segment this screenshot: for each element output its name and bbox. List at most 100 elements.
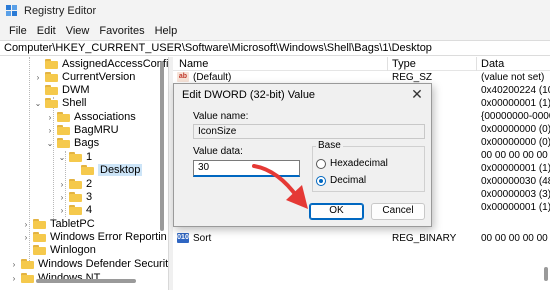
chevron-right-icon[interactable]: › [22,219,30,229]
chevron-down-icon[interactable]: ⌄ [58,152,66,162]
scroll-thumb[interactable] [36,279,136,283]
menu-bar: File Edit View Favorites Help [0,22,550,40]
value-type: REG_SZ [392,72,433,83]
tree-item-label: 4 [86,204,93,216]
binary-value-icon: 010 [177,233,189,243]
folder-icon [69,179,82,189]
column-divider[interactable] [387,57,388,71]
tree-item-shell[interactable]: ⌄ Shell [34,96,87,110]
tree-item-bagmru[interactable]: › BagMRU [46,123,119,137]
tree-item-2[interactable]: › 2 [58,177,92,191]
folder-icon [45,72,58,82]
tree-expander[interactable] [22,245,30,255]
tree-vertical-scrollbar[interactable] [158,57,166,263]
value-data: 0x00000000 (0) [481,124,550,135]
menu-view[interactable]: View [61,25,95,37]
tree-item-desktop[interactable]: Desktop [70,163,143,177]
scroll-thumb[interactable] [544,267,548,281]
folder-icon [45,98,58,108]
value-row[interactable]: 010 Sort REG_BINARY 00 00 00 00 00 00 [173,233,550,246]
tree-item-tabletpc[interactable]: › TabletPC [22,217,95,231]
tree-item-label: 1 [86,151,93,163]
folder-icon [45,85,58,95]
address-bar[interactable]: Computer\HKEY_CURRENT_USER\Software\Micr… [0,40,550,56]
folder-icon [57,138,70,148]
tree-horizontal-scrollbar[interactable] [0,276,168,286]
chevron-right-icon[interactable]: › [46,112,54,122]
tree-item-label: Shell [62,97,87,109]
tree-item-winlogon[interactable]: Winlogon [22,243,96,257]
value-data: {00000000-0000-0 [481,111,550,122]
tree-item-bags[interactable]: ⌄ Bags [46,136,99,150]
decimal-label: Decimal [330,175,367,186]
value-name-label: Value name: [193,111,249,122]
folder-icon [45,59,58,69]
folder-icon [33,232,46,242]
value-data: 00 00 00 00 00 00 [481,233,550,244]
values-vertical-scrollbar[interactable] [541,57,550,290]
tree-item-label: TabletPC [50,218,95,230]
chevron-right-icon[interactable]: › [58,179,66,189]
chevron-right-icon[interactable]: › [34,72,42,82]
cancel-button[interactable]: Cancel [371,203,425,220]
folder-icon [33,219,46,229]
title-bar: Registry Editor [0,0,550,22]
folder-icon [69,205,82,215]
tree-item-label: 3 [86,191,93,203]
dialog-title: Edit DWORD (32-bit) Value [182,89,316,101]
tree-item-currentversion[interactable]: › CurrentVersion [34,70,136,84]
tree-item-windows-defender[interactable]: › Windows Defender Securit [10,257,168,271]
column-type[interactable]: Type [392,58,416,70]
folder-icon [21,259,34,269]
menu-help[interactable]: Help [150,25,183,37]
tree-item-4[interactable]: › 4 [58,203,92,217]
folder-icon [69,192,82,202]
tree-item-label: CurrentVersion [62,71,136,83]
value-name-field[interactable]: IconSize [193,124,425,139]
chevron-right-icon[interactable]: › [22,232,30,242]
hexadecimal-option[interactable]: Hexadecimal [316,158,388,169]
tree-item-label: Associations [74,111,136,123]
tree-item-label: Bags [74,137,100,149]
column-divider[interactable] [476,57,477,71]
chevron-right-icon[interactable]: › [46,125,54,135]
chevron-down-icon[interactable]: ⌄ [46,138,54,148]
value-data: 0x40200224 (1075 [481,85,550,96]
value-name: Sort [193,233,212,244]
tree-item-windows-error-reporting[interactable]: › Windows Error Reportin [22,230,167,244]
chevron-right-icon[interactable]: › [58,205,66,215]
tree-item-associations[interactable]: › Associations [46,110,136,124]
tree-expander[interactable] [34,59,42,69]
base-group-label: Base [316,140,343,151]
folder-icon [33,245,46,255]
tree-item-label: Windows Defender Securit [38,258,168,270]
value-data: 0x00000000 (0) [481,137,550,148]
string-value-icon: ab [177,72,189,82]
scroll-thumb[interactable] [160,61,164,231]
menu-file[interactable]: File [4,25,32,37]
tree-expander [70,165,78,175]
column-data[interactable]: Data [481,58,504,70]
tree-item-label: 2 [86,178,93,190]
menu-favorites[interactable]: Favorites [94,25,149,37]
tree-item-3[interactable]: › 3 [58,190,92,204]
value-data: 00 00 00 00 00 00 [481,150,550,161]
close-icon[interactable]: ✕ [402,84,432,104]
chevron-down-icon[interactable]: ⌄ [34,98,42,108]
tree-item-label: Windows Error Reportin [50,231,167,243]
column-name[interactable]: Name [179,58,208,70]
window-title: Registry Editor [24,5,97,17]
value-data: 0x00000003 (3) [481,189,550,200]
chevron-right-icon[interactable]: › [10,259,18,269]
tree-item-assignedaccessconfig[interactable]: AssignedAccessConfigu [34,57,168,71]
decimal-option[interactable]: Decimal [316,175,366,186]
folder-icon [57,125,70,135]
menu-edit[interactable]: Edit [32,25,61,37]
value-data-label: Value data: [193,146,243,157]
tree-item-dwm[interactable]: DWM [34,83,90,97]
registry-editor-icon [6,5,18,17]
chevron-right-icon[interactable]: › [58,192,66,202]
tree-expander[interactable] [34,85,42,95]
tree-item-1[interactable]: ⌄ 1 [58,150,92,164]
list-header: Name Type Data [173,57,550,71]
